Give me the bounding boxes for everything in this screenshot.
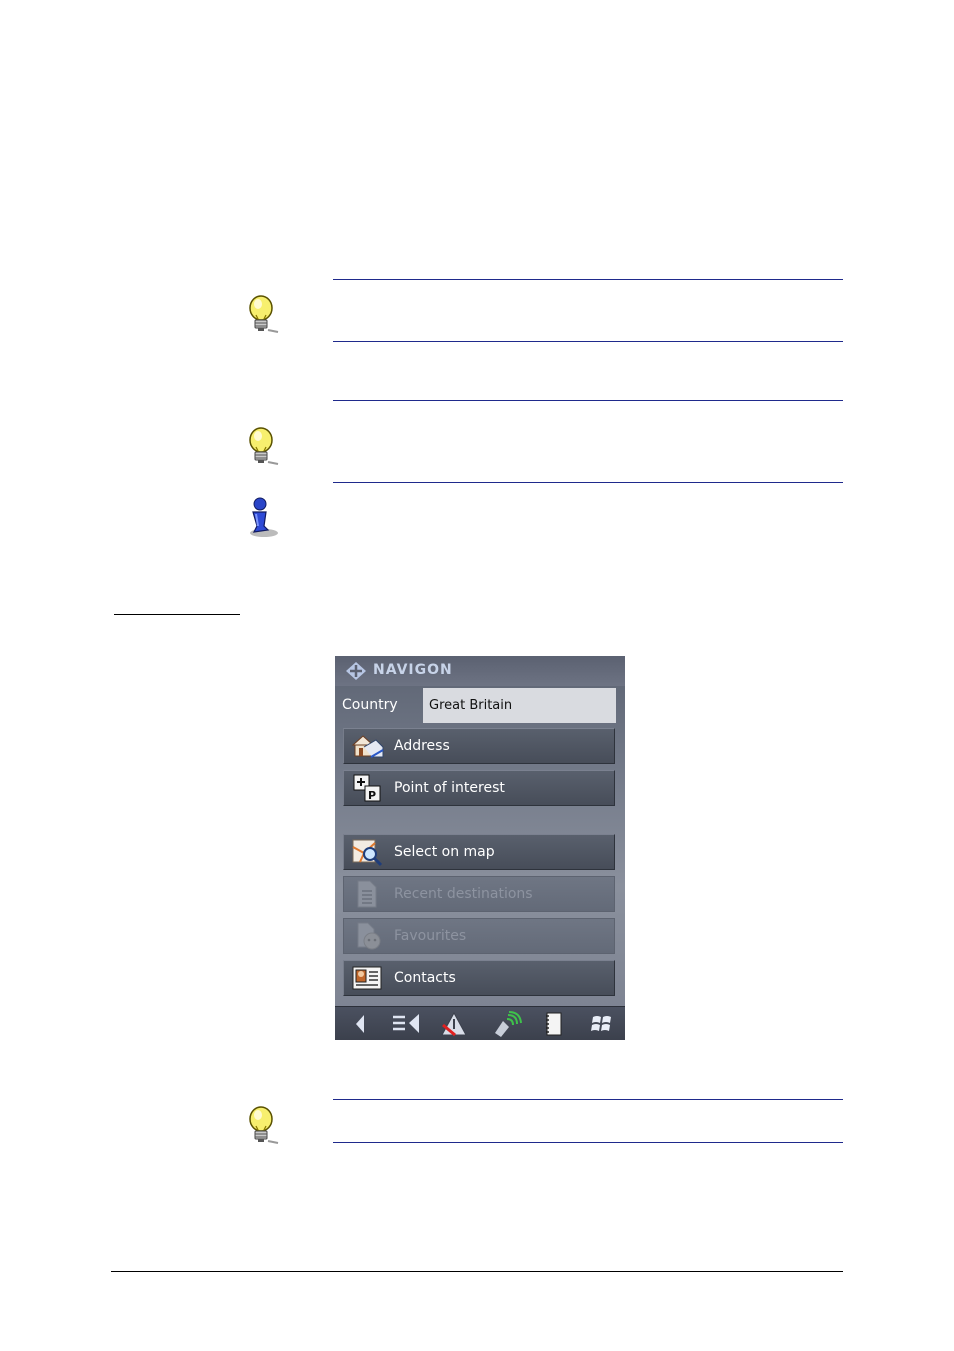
lightbulb-tip-icon bbox=[249, 295, 279, 333]
menu-label: Select on map bbox=[394, 844, 495, 860]
menu-label: Recent destinations bbox=[394, 886, 533, 902]
notebook-icon[interactable] bbox=[537, 1011, 571, 1037]
menu-label: Address bbox=[394, 738, 450, 754]
point-of-interest-button[interactable]: P Point of interest bbox=[343, 770, 615, 806]
bottom-toolbar bbox=[335, 1006, 625, 1040]
lightbulb-tip-icon bbox=[249, 1106, 279, 1144]
address-button[interactable]: Address bbox=[343, 728, 615, 764]
divider bbox=[333, 1142, 843, 1143]
divider bbox=[333, 1099, 843, 1100]
contacts-card-icon bbox=[352, 966, 382, 990]
divider bbox=[333, 279, 843, 280]
menu-label: Favourites bbox=[394, 928, 467, 944]
contacts-button[interactable]: Contacts bbox=[343, 960, 615, 996]
info-person-icon bbox=[250, 497, 278, 537]
menu-label: Point of interest bbox=[394, 780, 505, 796]
route-warning-icon[interactable] bbox=[437, 1011, 471, 1037]
menu-list-icon[interactable] bbox=[389, 1011, 423, 1037]
back-arrow-icon[interactable] bbox=[343, 1011, 377, 1037]
house-icon bbox=[351, 735, 384, 758]
navigon-logo-icon bbox=[346, 662, 366, 680]
svg-text:P: P bbox=[368, 789, 376, 802]
lightbulb-tip-icon bbox=[249, 427, 279, 465]
favourites-button[interactable]: Favourites bbox=[343, 918, 615, 954]
recent-destinations-button[interactable]: Recent destinations bbox=[343, 876, 615, 912]
brand-logo: NAVIGON bbox=[373, 662, 453, 678]
recent-list-icon bbox=[357, 880, 377, 908]
windows-flag-icon[interactable] bbox=[585, 1011, 619, 1037]
country-field[interactable]: Great Britain bbox=[423, 688, 616, 723]
poi-icon: P bbox=[353, 774, 381, 802]
map-search-icon bbox=[352, 839, 383, 867]
favourites-icon bbox=[357, 922, 381, 950]
country-label: Country bbox=[342, 697, 398, 713]
divider bbox=[333, 482, 843, 483]
menu-label: Contacts bbox=[394, 970, 456, 986]
navigation-device-screen: NAVIGON Country Great Britain Address P … bbox=[335, 656, 625, 1040]
footer-divider bbox=[111, 1271, 843, 1272]
select-on-map-button[interactable]: Select on map bbox=[343, 834, 615, 870]
app-header: NAVIGON bbox=[335, 656, 625, 686]
divider bbox=[333, 400, 843, 401]
section-heading-underline bbox=[114, 614, 240, 615]
divider bbox=[333, 341, 843, 342]
gps-signal-icon[interactable] bbox=[489, 1011, 523, 1037]
